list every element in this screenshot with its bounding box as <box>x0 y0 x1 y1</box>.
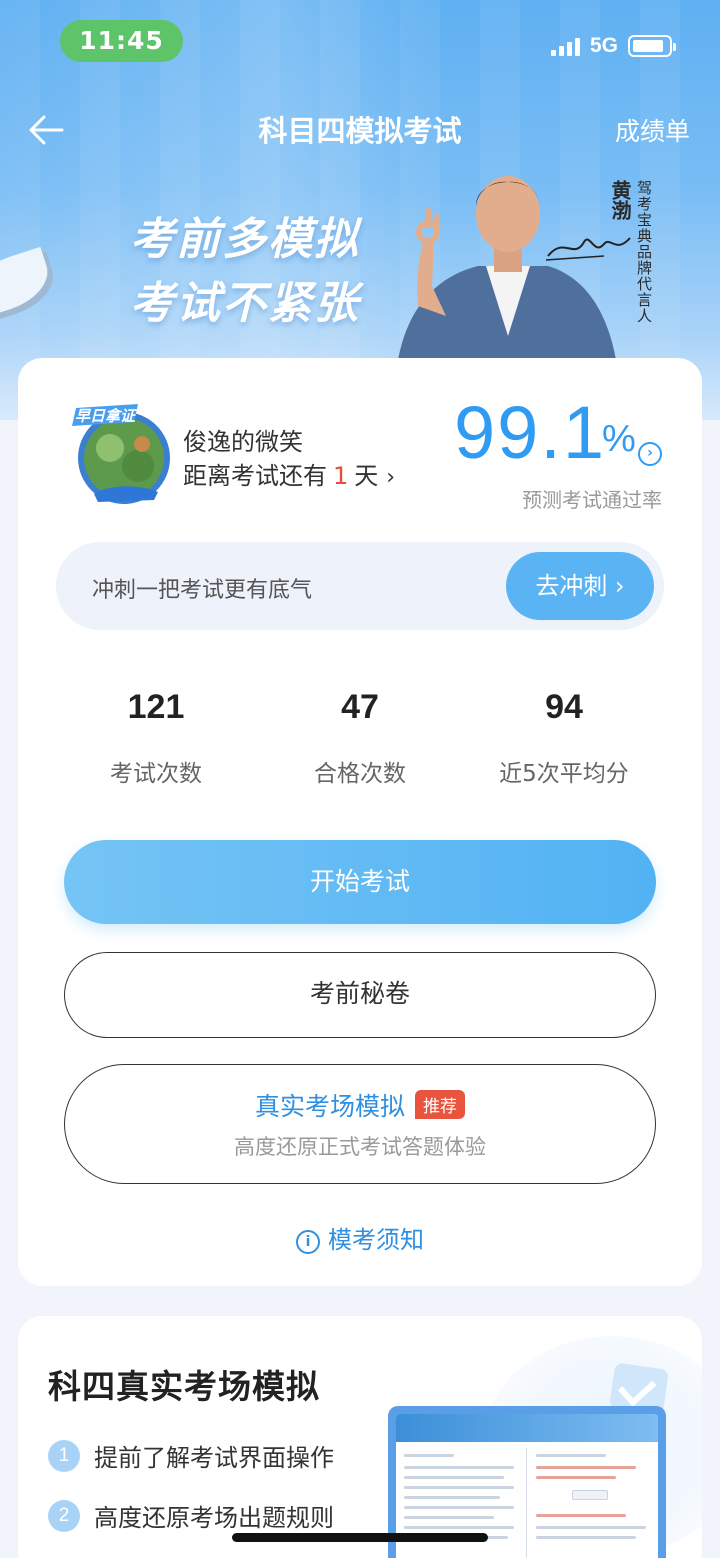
home-indicator <box>232 1533 488 1542</box>
countdown-suffix: 天 <box>354 462 379 490</box>
endorser-role: 驾考宝典品牌代言人 <box>635 180 653 324</box>
exam-countdown[interactable]: 距离考试还有 1 天 › <box>183 456 395 491</box>
stats-row: 121 考试次数 47 合格次数 94 近5次平均分 <box>54 688 666 788</box>
sprint-banner: 冲刺一把考试更有底气 去冲刺 › <box>56 542 664 630</box>
exam-card: 早日拿证 俊逸的微笑 距离考试还有 1 天 › 99.1 % › 预测考试通过率 冲刺… <box>18 358 702 1286</box>
signal-icon <box>550 36 580 56</box>
number-icon: 1 <box>48 1439 80 1472</box>
slogan-line-1: 考前多模拟 <box>130 214 360 265</box>
secret-paper-button[interactable]: 考前秘卷 <box>64 952 656 1038</box>
recommend-tag: 推荐 <box>415 1090 465 1119</box>
hero-banner: 11:45 5G 科目四模拟考试 成绩单 考前多模拟 考试不紧张 黄渤 驾考宝典… <box>0 0 720 420</box>
countdown-days: 1 <box>333 462 349 490</box>
pass-rate-unit: % <box>602 418 636 460</box>
status-time: 11:45 <box>60 20 183 62</box>
battery-icon <box>628 35 676 57</box>
pass-rate-detail-icon[interactable]: › <box>638 442 662 466</box>
real-exam-intro-card: 科四真实考场模拟 1 提前了解考试界面操作 2 高度还原考场出题规则 <box>18 1316 702 1558</box>
avatar-badge[interactable]: 早日拿证 <box>68 396 180 508</box>
stat-value: 47 <box>341 688 379 726</box>
feature-item: 1 提前了解考试界面操作 <box>48 1438 334 1473</box>
info-icon: i <box>296 1230 320 1254</box>
badge-text: 早日拿证 <box>75 407 138 425</box>
feature-item: 2 高度还原考场出题规则 <box>48 1498 334 1533</box>
start-exam-button[interactable]: 开始考试 <box>64 840 656 924</box>
chevron-right-icon: › <box>386 465 396 490</box>
pass-rate-value: 99.1 <box>453 391 606 474</box>
feature-text: 高度还原考场出题规则 <box>94 1504 334 1532</box>
page-title: 科目四模拟考试 <box>258 114 462 148</box>
stat-label: 考试次数 <box>110 761 202 787</box>
stat-pass-count: 47 合格次数 <box>258 688 462 788</box>
stat-value: 121 <box>127 688 185 726</box>
slogan: 考前多模拟 考试不紧张 <box>130 208 360 336</box>
stat-value: 94 <box>545 688 583 726</box>
user-name: 俊逸的微笑 <box>183 428 303 456</box>
exam-notice-link[interactable]: i 模考须知 <box>18 1220 702 1255</box>
stat-average-score: 94 近5次平均分 <box>462 688 666 788</box>
sprint-button[interactable]: 去冲刺 › <box>506 552 654 620</box>
number-icon: 2 <box>48 1499 80 1532</box>
feature-text: 提前了解考试界面操作 <box>94 1444 334 1472</box>
endorser-name: 黄渤 <box>608 180 632 220</box>
sprint-text: 冲刺一把考试更有底气 <box>92 578 313 603</box>
stat-exam-count: 121 考试次数 <box>54 688 258 788</box>
status-icons: 5G <box>550 34 676 58</box>
score-report-link[interactable]: 成绩单 <box>615 112 690 148</box>
network-type: 5G <box>589 34 618 57</box>
signature <box>545 237 631 261</box>
pass-rate-label: 预测考试通过率 <box>522 488 662 512</box>
slogan-line-2: 考试不紧张 <box>130 278 360 329</box>
section-title: 科四真实考场模拟 <box>48 1367 320 1406</box>
countdown-prefix: 距离考试还有 <box>183 462 327 490</box>
stat-label: 合格次数 <box>314 761 406 787</box>
stat-label: 近5次平均分 <box>499 761 629 787</box>
real-exam-simulation-button[interactable]: 真实考场模拟 推荐 高度还原正式考试答题体验 <box>64 1064 656 1184</box>
real-exam-subtitle: 高度还原正式考试答题体验 <box>234 1135 486 1159</box>
real-exam-title: 真实考场模拟 推荐 <box>65 1087 655 1123</box>
